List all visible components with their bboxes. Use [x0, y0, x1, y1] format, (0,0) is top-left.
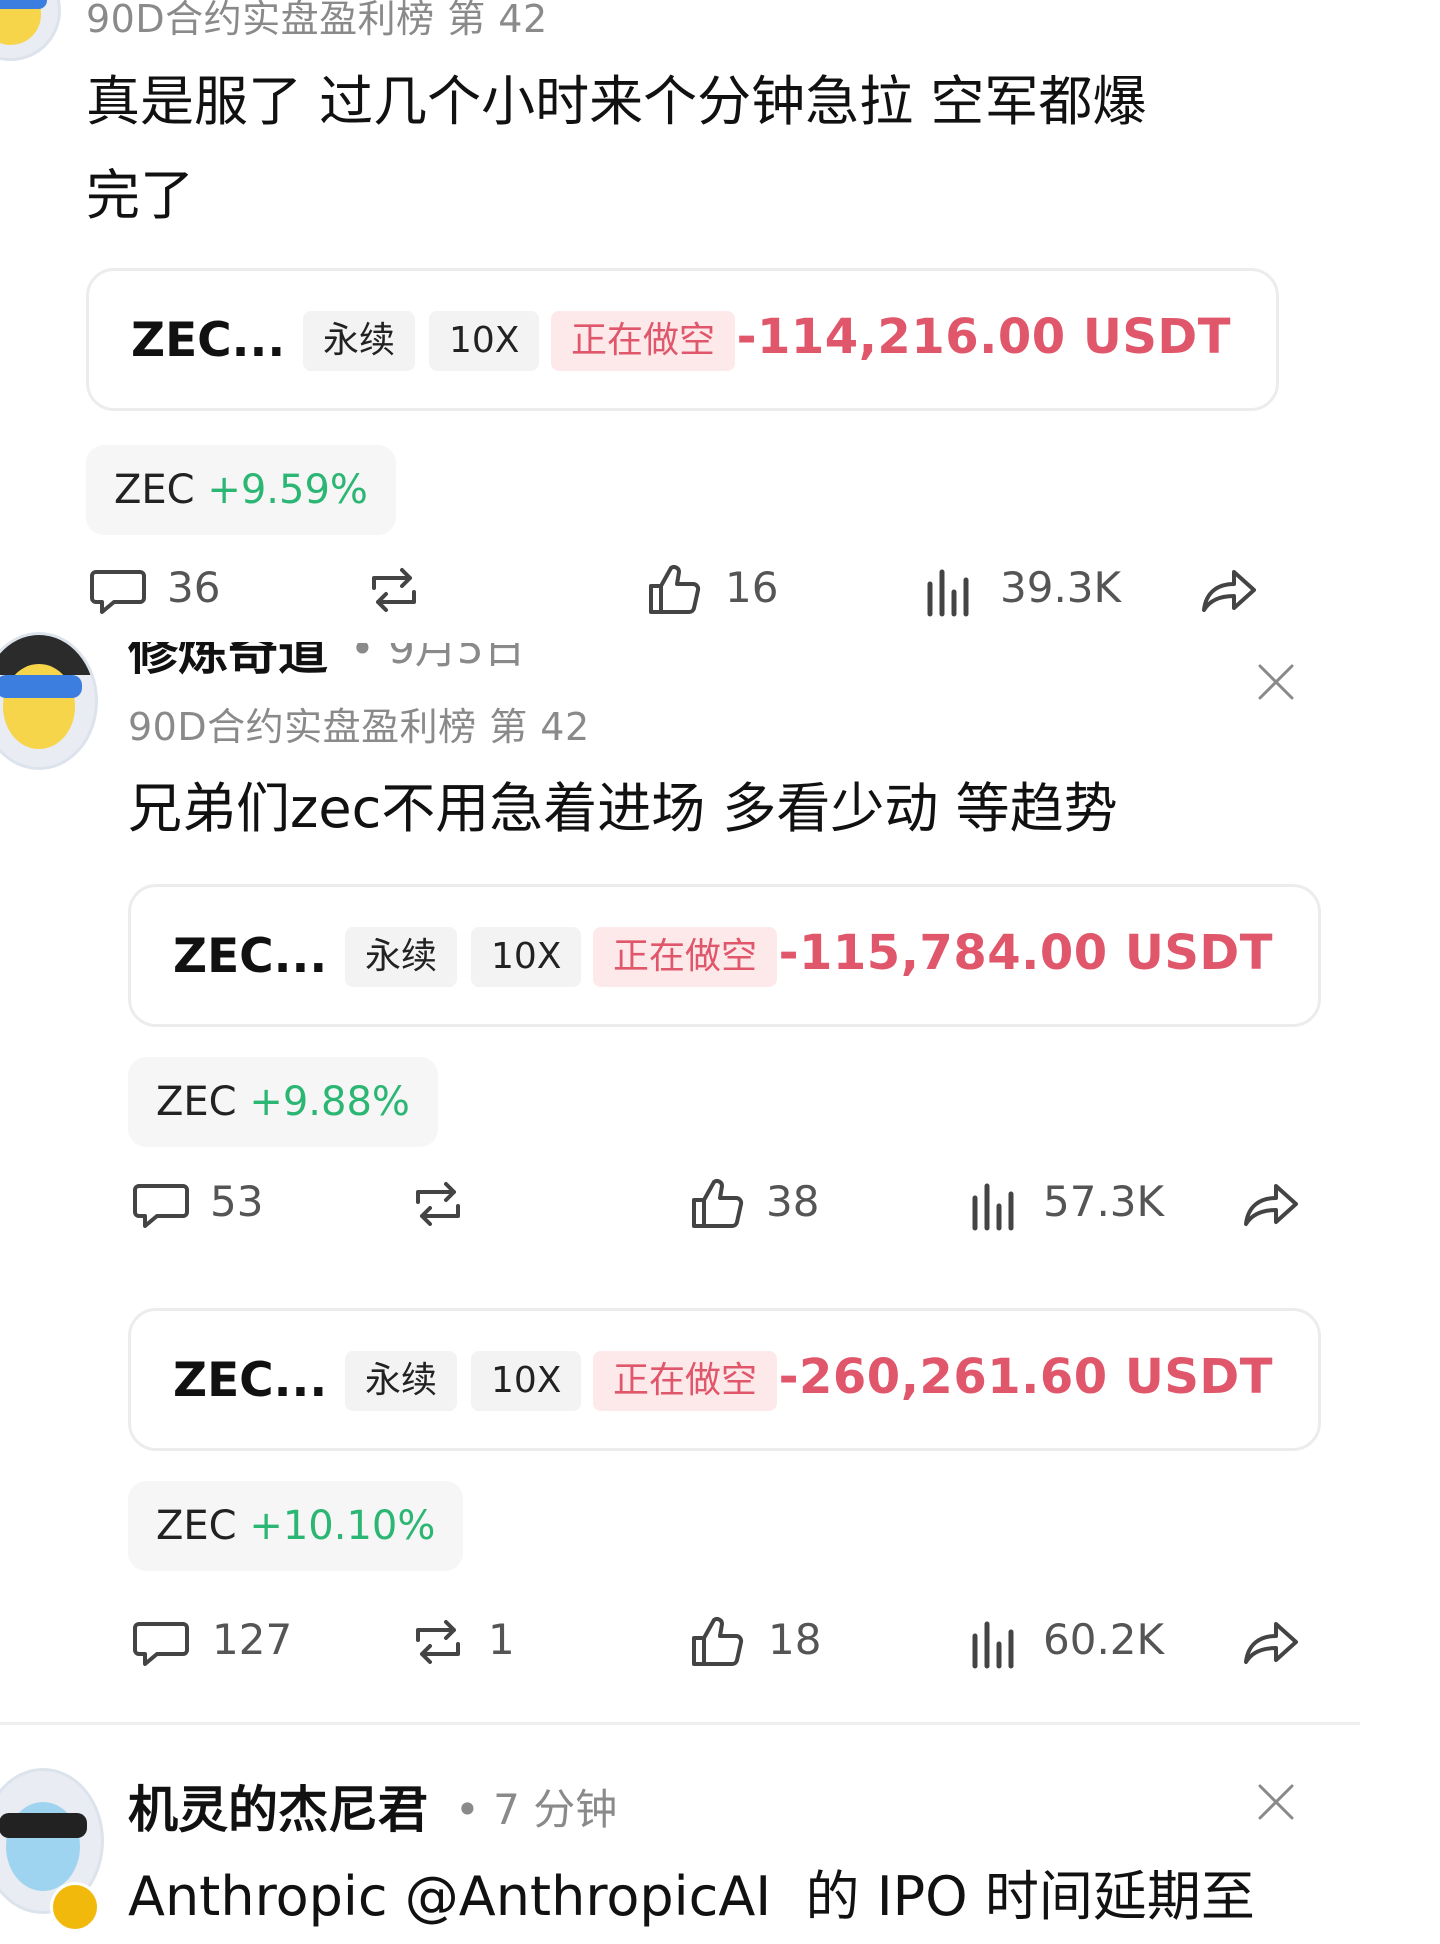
post-divider [0, 1722, 1360, 1725]
like-count: 16 [725, 563, 779, 612]
contract-type-tag: 永续 [303, 311, 416, 371]
share-icon[interactable] [1240, 1612, 1300, 1672]
ticker-symbol: ZEC [114, 467, 195, 513]
post-time: • 9月5日 [350, 624, 526, 673]
comment-icon[interactable] [131, 1174, 191, 1234]
position-card[interactable]: ZEC... 永续 10X 正在做空 -114,216.00 USDT [86, 268, 1279, 411]
views-icon [972, 1183, 1014, 1231]
ticker-chip[interactable]: ZEC +9.59% [86, 445, 396, 535]
like-count: 38 [766, 1177, 820, 1226]
ticker-change: +9.88% [249, 1079, 410, 1125]
avatar[interactable] [0, 0, 61, 61]
close-icon[interactable] [1256, 662, 1296, 702]
position-card[interactable]: ZEC... 永续 10X 正在做空 -260,261.60 USDT [128, 1308, 1321, 1451]
like-count: 18 [768, 1615, 822, 1664]
leaderboard-rank: 90D合约实盘盈利榜 第 42 [86, 0, 548, 41]
side-tag: 正在做空 [593, 927, 778, 987]
verified-badge-icon [50, 1882, 100, 1932]
like-icon[interactable] [688, 1174, 748, 1234]
repost-icon[interactable] [408, 1174, 468, 1234]
view-count: 57.3K [1043, 1177, 1165, 1226]
post-text: 兄弟们zec不用急着进场 多看少动 等趋势 [128, 777, 1118, 840]
position-symbol: ZEC... [173, 1353, 328, 1408]
post-text: Anthropic @AnthropicAI 的 IPO 时间延期至 [128, 1865, 1255, 1928]
comment-count: 36 [167, 563, 221, 612]
pnl-value: -260,261.60 USDT [778, 1349, 1273, 1405]
ticker-chip[interactable]: ZEC +9.88% [128, 1057, 438, 1147]
share-icon[interactable] [1198, 560, 1258, 620]
comment-icon[interactable] [131, 1612, 191, 1672]
pnl-value: -115,784.00 USDT [778, 925, 1273, 981]
post-time: • 7 分钟 [455, 1785, 618, 1834]
leverage-tag: 10X [471, 1351, 582, 1411]
share-icon[interactable] [1240, 1174, 1300, 1234]
leverage-tag: 10X [429, 311, 540, 371]
ticker-change: +9.59% [207, 467, 368, 513]
like-icon[interactable] [645, 560, 705, 620]
author-name[interactable]: 修炼奇道 [128, 642, 328, 684]
post-text: 真是服了 过几个小时来个分钟急拉 空军都爆 完了 [86, 70, 1147, 227]
ticker-symbol: ZEC [156, 1079, 237, 1125]
view-count: 39.3K [1000, 563, 1122, 612]
repost-icon[interactable] [364, 560, 424, 620]
contract-type-tag: 永续 [345, 927, 458, 987]
leverage-tag: 10X [471, 927, 582, 987]
close-icon[interactable] [1256, 1782, 1296, 1822]
pnl-value: -114,216.00 USDT [736, 309, 1231, 365]
ticker-chip[interactable]: ZEC +10.10% [128, 1481, 464, 1571]
repost-count: 1 [488, 1615, 515, 1664]
side-tag: 正在做空 [551, 311, 736, 371]
position-symbol: ZEC... [173, 929, 328, 984]
contract-type-tag: 永续 [345, 1351, 458, 1411]
comment-icon[interactable] [88, 560, 148, 620]
comment-count: 53 [210, 1177, 264, 1226]
side-tag: 正在做空 [593, 1351, 778, 1411]
author-name[interactable]: 机灵的杰尼君 [128, 1770, 428, 1842]
view-count: 60.2K [1043, 1615, 1165, 1664]
ticker-change: +10.10% [249, 1503, 436, 1549]
views-icon [927, 569, 969, 617]
ticker-symbol: ZEC [156, 1503, 237, 1549]
leaderboard-rank: 90D合约实盘盈利榜 第 42 [128, 705, 590, 749]
position-card[interactable]: ZEC... 永续 10X 正在做空 -115,784.00 USDT [128, 884, 1321, 1027]
comment-count: 127 [212, 1615, 293, 1664]
like-icon[interactable] [688, 1612, 748, 1672]
position-symbol: ZEC... [131, 313, 286, 368]
repost-icon[interactable] [408, 1612, 468, 1672]
views-icon [972, 1621, 1014, 1669]
avatar[interactable] [0, 632, 98, 770]
